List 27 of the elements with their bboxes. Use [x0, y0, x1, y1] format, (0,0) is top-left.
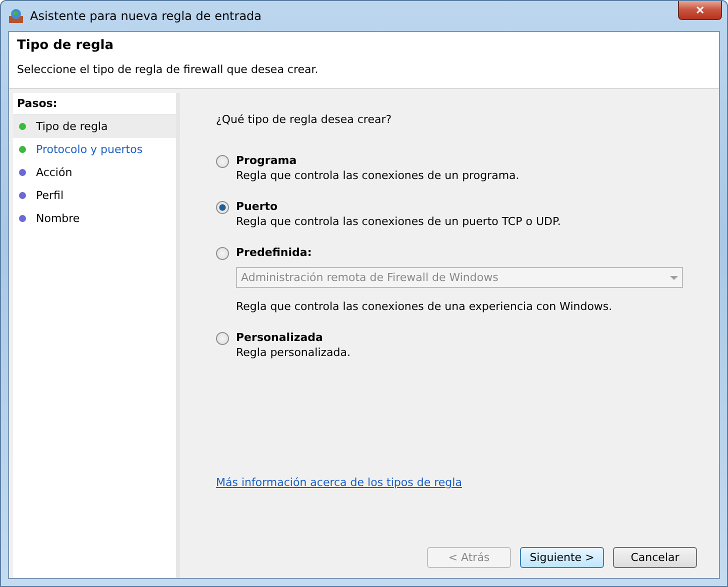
close-button[interactable]: ✕ [678, 1, 722, 20]
question-text: ¿Qué tipo de regla desea crear? [216, 113, 393, 126]
caret-icon [670, 276, 678, 280]
step-item[interactable]: Tipo de regla [13, 115, 176, 138]
radio-button[interactable] [216, 155, 229, 168]
option-description: Regla que controla las conexiones de una experiencia con Windows. [236, 300, 614, 313]
radio-button[interactable] [216, 201, 229, 214]
option-label: Puerto [236, 200, 279, 213]
firewall-icon [8, 8, 24, 24]
step-item[interactable]: Perfil [13, 184, 176, 207]
step-item[interactable]: Nombre [13, 207, 176, 230]
step-item[interactable]: Acción [13, 161, 176, 184]
page-subtitle: Seleccione el tipo de regla de firewall que desea crear. [17, 63, 320, 76]
option-label: Personalizada [236, 331, 324, 344]
option-label: Predefinida: [236, 246, 313, 259]
option-label: Programa [236, 154, 298, 167]
window-title: Asistente para nueva regla de entrada [30, 9, 262, 23]
page-title: Tipo de regla [17, 38, 114, 53]
help-link[interactable]: Más información acerca de los tipos de regla [216, 476, 683, 489]
dialog-button[interactable]: Siguiente > [520, 547, 604, 568]
option-description: Regla que controla las conexiones de un programa. [236, 169, 520, 182]
option-description: Regla que controla las conexiones de un puerto TCP o UDP. [236, 215, 562, 228]
dialog-button[interactable]: Cancelar [613, 547, 697, 568]
step-item[interactable]: Protocolo y puertos [13, 138, 176, 161]
radio-button[interactable] [216, 332, 229, 345]
option-description: Regla personalizada. [236, 346, 352, 359]
radio-button[interactable] [216, 247, 229, 260]
